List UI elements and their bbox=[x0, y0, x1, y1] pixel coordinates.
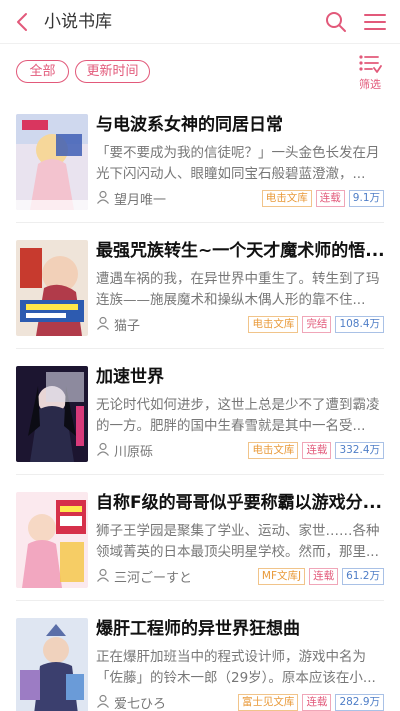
book-item[interactable]: 与电波系女神的同居日常 「要不要成为我的信徒呢？」一头金色长发在月光下闪闪动人、… bbox=[0, 98, 400, 218]
book-cover[interactable] bbox=[16, 366, 88, 462]
search-icon[interactable] bbox=[324, 10, 348, 34]
publisher-tag: MF文库J bbox=[257, 568, 306, 585]
person-icon bbox=[97, 568, 109, 582]
top-bar: 小说书库 bbox=[0, 0, 400, 44]
book-description: 正在爆肝加班当中的程式设计师，游戏中名为「佐藤」的铃木一郎（29岁）。原本应该在… bbox=[96, 649, 376, 686]
book-author: 爱七ひろ bbox=[114, 697, 167, 711]
chevron-left-icon[interactable] bbox=[12, 11, 34, 33]
filter-bar: 全部 更新时间 筛选 bbox=[0, 48, 400, 98]
status-badge: 连载 bbox=[309, 568, 339, 585]
book-item[interactable]: 加速世界 无论时代如何进步，这世上总是少不了遭到霸凌的一方。肥胖的国中生春雪就是… bbox=[0, 350, 400, 470]
filter-button[interactable]: 筛选 bbox=[350, 54, 390, 92]
word-count-tag: 282.9万 bbox=[335, 694, 384, 711]
book-tags: 电击文库 连载 332.4万 bbox=[248, 442, 384, 459]
word-count-tag: 332.4万 bbox=[335, 442, 384, 459]
person-icon bbox=[97, 694, 109, 708]
book-cover[interactable] bbox=[16, 492, 88, 588]
divider bbox=[16, 474, 384, 475]
divider bbox=[16, 348, 384, 349]
publisher-tag: 电击文库 bbox=[248, 442, 299, 459]
status-badge: 完结 bbox=[302, 316, 332, 333]
publisher-tag: 电击文库 bbox=[261, 190, 312, 207]
book-title[interactable]: 与电波系女神的同居日常 bbox=[96, 114, 386, 136]
status-badge: 连载 bbox=[302, 442, 332, 459]
publisher-tag: 电击文库 bbox=[248, 316, 299, 333]
book-cover[interactable] bbox=[16, 240, 88, 336]
person-icon bbox=[97, 442, 109, 456]
book-tags: 电击文库 完结 108.4万 bbox=[248, 316, 384, 333]
word-count-tag: 108.4万 bbox=[335, 316, 384, 333]
book-description: 「要不要成为我的信徒呢？」一头金色长发在月光下闪闪动人、眼瞳如同宝石般碧蓝澄澈，… bbox=[96, 145, 380, 182]
book-description: 无论时代如何进步，这世上总是少不了遭到霸凌的一方。肥胖的国中生春雪就是其中一名受… bbox=[96, 397, 380, 434]
book-tags: 富士见文库 连载 282.9万 bbox=[237, 694, 384, 711]
book-tags: 电击文库 连载 9.1万 bbox=[261, 190, 384, 207]
status-badge: 连载 bbox=[315, 190, 345, 207]
filter-label: 筛选 bbox=[359, 78, 381, 91]
filter-all-chip[interactable]: 全部 bbox=[16, 60, 69, 83]
divider bbox=[16, 222, 384, 223]
book-author: 三河ごーすと bbox=[114, 571, 193, 586]
page-title: 小说书库 bbox=[44, 12, 112, 32]
sort-update-time-chip[interactable]: 更新时间 bbox=[75, 60, 150, 83]
word-count-tag: 61.2万 bbox=[342, 568, 384, 585]
person-icon bbox=[97, 190, 109, 204]
book-item[interactable]: 自称F级的哥哥似乎要称霸以游戏分... 狮子王学园是聚集了学业、运动、家世……各… bbox=[0, 476, 400, 596]
book-title[interactable]: 自称F级的哥哥似乎要称霸以游戏分... bbox=[96, 492, 386, 514]
person-icon bbox=[97, 316, 109, 330]
book-description: 狮子王学园是聚集了学业、运动、家世……各种领域菁英的日本最顶尖明星学校。然而，那… bbox=[96, 523, 380, 560]
book-title[interactable]: 加速世界 bbox=[96, 366, 386, 388]
book-tags: MF文库J 连载 61.2万 bbox=[257, 568, 384, 585]
hamburger-menu-icon[interactable] bbox=[363, 12, 387, 32]
word-count-tag: 9.1万 bbox=[348, 190, 384, 207]
book-cover[interactable] bbox=[16, 618, 88, 711]
book-author: 川原砾 bbox=[114, 445, 154, 460]
book-author: 猫子 bbox=[114, 319, 141, 334]
book-title[interactable]: 最强咒族转生~一个天才魔术师的悟... bbox=[96, 240, 386, 262]
book-description: 遭遇车祸的我，在异世界中重生了。转生到了玛连族——施展魔术和操纵木偶人形的靠不住… bbox=[96, 271, 380, 308]
filter-list-icon bbox=[359, 55, 382, 73]
book-title[interactable]: 爆肝工程师的异世界狂想曲 bbox=[96, 618, 386, 640]
book-cover[interactable] bbox=[16, 114, 88, 210]
publisher-tag: 富士见文库 bbox=[237, 694, 299, 711]
book-author: 望月唯一 bbox=[114, 193, 167, 208]
book-item[interactable]: 爆肝工程师的异世界狂想曲 正在爆肝加班当中的程式设计师，游戏中名为「佐藤」的铃木… bbox=[0, 602, 400, 711]
book-item[interactable]: 最强咒族转生~一个天才魔术师的悟... 遭遇车祸的我，在异世界中重生了。转生到了… bbox=[0, 224, 400, 344]
divider bbox=[16, 600, 384, 601]
status-badge: 连载 bbox=[302, 694, 332, 711]
